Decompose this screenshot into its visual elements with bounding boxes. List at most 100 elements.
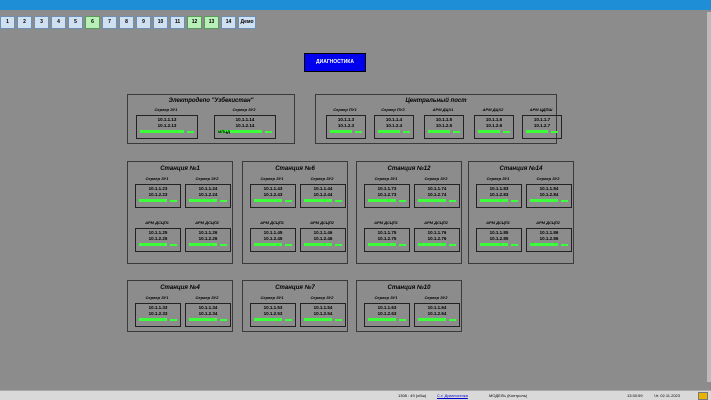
station-box-4-box[interactable]: 10.1.1.46 10.1.2.46 bbox=[300, 228, 346, 252]
tab-12[interactable]: 12 bbox=[187, 16, 202, 29]
station-box-2-box[interactable]: 10.1.1.64 10.1.2.64 bbox=[414, 303, 460, 327]
station-box-2-label: Сервер ЗУ2 bbox=[310, 176, 334, 181]
station-box-2-box[interactable]: 10.1.1.74 10.1.2.74 bbox=[414, 184, 460, 208]
station-box-1-box[interactable]: 10.1.1.83 10.1.2.83 bbox=[476, 184, 522, 208]
tab-1[interactable]: 1 bbox=[0, 16, 15, 29]
station-box-4-box[interactable]: 10.1.1.76 10.1.2.76 bbox=[414, 228, 460, 252]
status-bar-indicator bbox=[220, 319, 227, 321]
ip-secondary: 10.1.2.53 bbox=[263, 311, 283, 316]
tab-14[interactable]: 14 bbox=[221, 16, 236, 29]
tab-11[interactable]: 11 bbox=[170, 16, 185, 29]
station-box-2-box[interactable]: 10.1.1.24 10.1.2.24 bbox=[185, 184, 231, 208]
status-bar-indicator bbox=[139, 243, 167, 246]
status-time: 13:30:59 bbox=[627, 393, 643, 398]
station-box-2-box[interactable]: 10.1.1.54 10.1.2.54 bbox=[300, 303, 346, 327]
title-bar bbox=[0, 0, 711, 10]
station-box-4-label: АРМ ДСЦП2 bbox=[310, 220, 334, 225]
status-bar-indicator bbox=[304, 318, 332, 321]
station-box-1-box[interactable]: 10.1.1.33 10.1.2.33 bbox=[135, 303, 181, 327]
status-bar-indicator bbox=[368, 199, 396, 202]
status-bar-indicator bbox=[139, 318, 167, 321]
server-zu2-box[interactable]: 10.1.1.14 10.1.2.14 bbox=[214, 115, 276, 139]
status-bar-indicator bbox=[378, 130, 400, 133]
status-bar-indicator bbox=[254, 243, 282, 246]
central-box-4-box[interactable]: 10.1.1.6 10.1.2.6 bbox=[474, 115, 514, 139]
ip-secondary: 10.1.2.83 bbox=[489, 192, 509, 197]
status-bar-indicator bbox=[449, 244, 456, 246]
group-title: Станция №10 bbox=[387, 285, 431, 291]
ip-secondary: 10.1.2.13 bbox=[157, 123, 177, 128]
status-bar-indicator bbox=[403, 131, 410, 133]
status-bar-indicator bbox=[480, 243, 508, 246]
status-bar-indicator bbox=[453, 131, 460, 133]
station-box-3-box[interactable]: 10.1.1.25 10.1.2.25 bbox=[135, 228, 181, 252]
central-box-3-box[interactable]: 10.1.1.5 10.1.2.5 bbox=[424, 115, 464, 139]
station-box-3-box[interactable]: 10.1.1.75 10.1.2.75 bbox=[364, 228, 410, 252]
ip-secondary: 10.1.2.7 bbox=[533, 123, 551, 128]
tab-4[interactable]: 4 bbox=[51, 16, 66, 29]
central-box-3-label: АРМ ДЦХ1 bbox=[432, 107, 454, 112]
tab-5[interactable]: 5 bbox=[68, 16, 83, 29]
status-bar-indicator bbox=[449, 319, 456, 321]
server-zu1-box[interactable]: 10.1.1.13 10.1.2.13 bbox=[136, 115, 198, 139]
ip-secondary: 10.1.2.54 bbox=[313, 311, 333, 316]
ip-secondary: 10.1.2.63 bbox=[377, 311, 397, 316]
central-box-5-box[interactable]: 10.1.1.7 10.1.2.7 bbox=[522, 115, 562, 139]
group-central-post: Центральный пост Сервер ПУ1 10.1.1.3 10.1.2… bbox=[315, 94, 562, 144]
status-bar-indicator bbox=[285, 200, 292, 202]
station-box-1-box[interactable]: 10.1.1.73 10.1.2.73 bbox=[364, 184, 410, 208]
status-bar-indicator bbox=[170, 319, 177, 321]
tab-6[interactable]: 6 bbox=[85, 16, 100, 29]
group-title: Центральный пост bbox=[405, 98, 467, 104]
station-box-4-box[interactable]: 10.1.1.26 10.1.2.26 bbox=[185, 228, 231, 252]
tab-2[interactable]: 2 bbox=[17, 16, 32, 29]
station-box-2-box[interactable]: 10.1.1.44 10.1.2.44 bbox=[300, 184, 346, 208]
ip-secondary: 10.1.2.45 bbox=[263, 236, 283, 241]
tab-15[interactable]: Демо bbox=[238, 16, 256, 29]
ip-secondary: 10.1.2.85 bbox=[489, 236, 509, 241]
tab-3[interactable]: 3 bbox=[34, 16, 49, 29]
tab-13[interactable]: 13 bbox=[204, 16, 219, 29]
station-box-1-box[interactable]: 10.1.1.43 10.1.2.43 bbox=[250, 184, 296, 208]
status-diagnostics-link[interactable]: С.т. Диагностика bbox=[437, 391, 468, 400]
station-box-3-box[interactable]: 10.1.1.45 10.1.2.45 bbox=[250, 228, 296, 252]
status-bar-indicator bbox=[140, 130, 184, 133]
station-box-1-box[interactable]: 10.1.1.23 10.1.2.23 bbox=[135, 184, 181, 208]
group-station-1: Станция №1 Сервер ЗУ1 10.1.1.23 10.1.2.23 Се… bbox=[127, 161, 233, 264]
server-zu1-label: Сервер ЗУ1 bbox=[154, 107, 178, 112]
station-box-4-label: АРМ ДСЦП2 bbox=[536, 220, 560, 225]
status-bar-indicator bbox=[399, 244, 406, 246]
station-box-2-box[interactable]: 10.1.1.84 10.1.2.84 bbox=[526, 184, 572, 208]
status-bar-indicator bbox=[368, 318, 396, 321]
ip-secondary: 10.1.2.4 bbox=[385, 123, 403, 128]
tab-8[interactable]: 8 bbox=[119, 16, 134, 29]
station-box-2-label: Сервер ЗУ2 bbox=[310, 295, 334, 300]
status-bar-indicator bbox=[511, 200, 518, 202]
station-box-1-box[interactable]: 10.1.1.63 10.1.2.63 bbox=[364, 303, 410, 327]
station-box-4-box[interactable]: 10.1.1.86 10.1.2.86 bbox=[526, 228, 572, 252]
tab-10[interactable]: 10 bbox=[153, 16, 168, 29]
status-bar-indicator bbox=[503, 131, 510, 133]
central-box-1-box[interactable]: 10.1.1.3 10.1.2.3 bbox=[326, 115, 366, 139]
diagnostics-button[interactable]: ДИАГНОСТИКА bbox=[304, 53, 366, 72]
central-box-1-label: Сервер ПУ1 bbox=[333, 107, 357, 112]
status-bar-indicator bbox=[220, 200, 227, 202]
status-bar-indicator bbox=[355, 131, 362, 133]
station-box-2-label: Сервер ЗУ2 bbox=[424, 295, 448, 300]
station-box-2-label: Сервер ЗУ2 bbox=[195, 176, 219, 181]
tab-strip: 1 2 3 4 5 6 7 8 9 10 11 12 13 14 Демо bbox=[0, 16, 258, 29]
tab-9[interactable]: 9 bbox=[136, 16, 151, 29]
tab-7[interactable]: 7 bbox=[102, 16, 117, 29]
status-bar-indicator bbox=[220, 244, 227, 246]
group-title: Станция №12 bbox=[387, 166, 431, 172]
central-box-2-box[interactable]: 10.1.1.4 10.1.2.4 bbox=[374, 115, 414, 139]
status-bar-indicator bbox=[449, 200, 456, 202]
station-box-1-box[interactable]: 10.1.1.53 10.1.2.53 bbox=[250, 303, 296, 327]
station-box-2-box[interactable]: 10.1.1.34 10.1.2.34 bbox=[185, 303, 231, 327]
vertical-scrollbar[interactable] bbox=[707, 12, 711, 382]
status-bar-indicator bbox=[170, 200, 177, 202]
central-box-4-label: АРМ ДЦХ2 bbox=[482, 107, 504, 112]
ip-secondary: 10.1.2.5 bbox=[435, 123, 453, 128]
station-box-4-label: АРМ ДСЦП2 bbox=[424, 220, 448, 225]
station-box-3-box[interactable]: 10.1.1.85 10.1.2.85 bbox=[476, 228, 522, 252]
